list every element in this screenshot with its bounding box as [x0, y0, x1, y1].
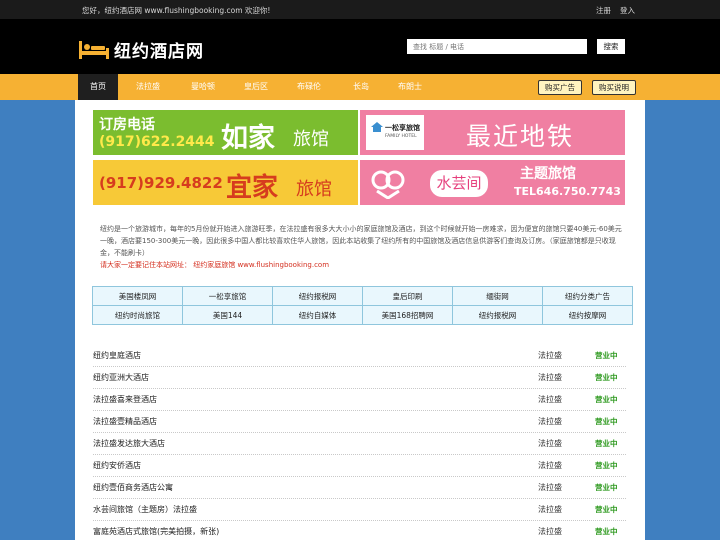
main-content: 订房电话 (917)622.2444 如家 旅馆 一松享旅馆 FAMILY HO… — [75, 100, 645, 540]
hotel-area: 法拉盛 — [538, 483, 562, 492]
site-header: 纽约酒店网 搜索 — [0, 19, 720, 74]
link-cell[interactable]: 美国楼凤网 — [92, 286, 183, 306]
friendly-links-table: 美国楼凤网 一松享旅馆 纽约报税网 皇后印刷 缅街网 纽约分类广告 纽约时尚旅馆… — [92, 286, 633, 325]
hotel-area: 法拉盛 — [538, 417, 562, 426]
login-link[interactable]: 登入 — [620, 5, 635, 16]
greeting-text: 您好，纽约酒店网 www.flushingbooking.com 欢迎你! — [82, 6, 271, 15]
banner-phone-number: TEL646.750.7743 — [514, 185, 621, 198]
auth-links: 注册 登入 — [596, 5, 635, 16]
logo-text: 纽约酒店网 — [114, 42, 204, 62]
buy-info-button[interactable]: 购买说明 — [592, 80, 636, 95]
status-badge: 营业中 — [595, 483, 618, 492]
banner-shuiyunjian-hotel[interactable]: 水芸间 主题旅馆 TEL646.750.7743 — [360, 160, 625, 205]
hotel-name[interactable]: 富庭苑酒店式旅馆(完美拍摄，新张) — [93, 526, 219, 537]
banner-logo-sub: FAMILY HOTEL — [385, 134, 417, 139]
nav-item-home[interactable]: 首页 — [78, 74, 118, 100]
hotel-area: 法拉盛 — [538, 527, 562, 536]
link-cell[interactable]: 美国144 — [182, 305, 273, 325]
status-badge: 营业中 — [595, 395, 618, 404]
hotel-area: 法拉盛 — [538, 505, 562, 514]
link-cell[interactable]: 美国168招聘网 — [362, 305, 453, 325]
list-item: 法拉盛喜来登酒店 法拉盛 营业中 — [93, 389, 626, 411]
link-cell[interactable]: 纽约分类广告 — [542, 286, 633, 306]
site-logo[interactable]: 纽约酒店网 — [78, 37, 204, 62]
nav-item-long-island[interactable]: 长岛 — [341, 74, 381, 100]
banner-brand-suffix: 旅馆 — [293, 129, 329, 150]
top-bar: 您好，纽约酒店网 www.flushingbooking.com 欢迎你! 注册… — [0, 0, 720, 19]
banner-logo-box: 一松享旅馆 FAMILY HOTEL — [366, 115, 424, 150]
banner-subway-text: 最近地铁 — [466, 122, 575, 151]
buy-ad-button[interactable]: 购买广告 — [538, 80, 582, 95]
status-badge: 营业中 — [595, 527, 618, 536]
hotel-area: 法拉盛 — [538, 439, 562, 448]
hotel-area: 法拉盛 — [538, 373, 562, 382]
description-text: 纽约是一个旅游城市，每年的5月份就开始进入旅游旺季，在法拉盛有很多大大小小的家庭… — [100, 225, 622, 257]
status-badge: 营业中 — [595, 505, 618, 514]
hotel-name[interactable]: 纽约皇庭酒店 — [93, 350, 141, 361]
nav-item-bronx[interactable]: 布朗士 — [390, 74, 430, 100]
status-badge: 营业中 — [595, 351, 618, 360]
link-cell[interactable]: 缅街网 — [452, 286, 543, 306]
list-item: 纽约皇庭酒店 法拉盛 营业中 — [93, 345, 626, 367]
link-cell[interactable]: 纽约按摩网 — [542, 305, 633, 325]
search-button[interactable]: 搜索 — [597, 39, 625, 54]
hotel-name[interactable]: 纽约安侨酒店 — [93, 460, 141, 471]
banner-rujia-hotel[interactable]: 订房电话 (917)622.2444 如家 旅馆 — [93, 110, 358, 155]
list-item: 水芸间旅馆（主题房）法拉盛 法拉盛 营业中 — [93, 499, 626, 521]
nav-item-manhattan[interactable]: 曼哈顿 — [183, 74, 223, 100]
list-item: 纽约亚洲大酒店 法拉盛 营业中 — [93, 367, 626, 389]
search-input[interactable] — [407, 39, 587, 54]
list-item: 法拉盛壹精品酒店 法拉盛 营业中 — [93, 411, 626, 433]
hotel-area: 法拉盛 — [538, 461, 562, 470]
banner-phone-number: (917)622.2444 — [99, 134, 215, 150]
hotel-name[interactable]: 法拉盛喜来登酒店 — [93, 394, 157, 405]
link-cell[interactable]: 皇后印刷 — [362, 286, 453, 306]
link-cell[interactable]: 纽约时尚旅馆 — [92, 305, 183, 325]
list-item: 纽约安侨酒店 法拉盛 营业中 — [93, 455, 626, 477]
link-cell[interactable]: 一松享旅馆 — [182, 286, 273, 306]
banner-logo-text: 一松享旅馆 — [385, 124, 420, 132]
hotel-area: 法拉盛 — [538, 395, 562, 404]
description-remember[interactable]: 请大家一定要记住本站网址： 纽约家庭旅馆 www.flushingbooking… — [100, 259, 623, 271]
banner-brand: 水芸间 — [430, 170, 488, 197]
link-cell[interactable]: 纽约报税网 — [452, 305, 543, 325]
status-badge: 营业中 — [595, 461, 618, 470]
banner-yijia-hotel[interactable]: (917)929.4822 宜家 旅馆 — [93, 160, 358, 205]
status-badge: 营业中 — [595, 439, 618, 448]
main-nav: 首页 法拉盛 曼哈顿 皇后区 布碌伦 长岛 布朗士 购买广告 购买说明 — [0, 74, 720, 100]
status-badge: 营业中 — [595, 417, 618, 426]
nav-item-flushing[interactable]: 法拉盛 — [128, 74, 168, 100]
hotel-name[interactable]: 纽约亚洲大酒店 — [93, 372, 149, 383]
links-row: 纽约时尚旅馆 美国144 纽约自媒体 美国168招聘网 纽约报税网 纽约按摩网 — [92, 305, 633, 325]
link-cell[interactable]: 纽约报税网 — [272, 286, 363, 306]
banner-title: 主题旅馆 — [520, 166, 576, 182]
banner-brand-suffix: 旅馆 — [296, 179, 332, 200]
links-row: 美国楼凤网 一松享旅馆 纽约报税网 皇后印刷 缅街网 纽约分类广告 — [92, 286, 633, 306]
rings-icon — [371, 170, 405, 199]
house-icon — [371, 122, 383, 132]
hotel-area: 法拉盛 — [538, 351, 562, 360]
nav-item-queens[interactable]: 皇后区 — [236, 74, 276, 100]
hotel-name[interactable]: 法拉盛发达旅大酒店 — [93, 438, 165, 449]
banner-phone-number: (917)929.4822 — [99, 174, 223, 192]
bed-icon — [79, 40, 109, 59]
banner-brand: 如家 — [221, 123, 275, 154]
site-description: 纽约是一个旅游城市，每年的5月份就开始进入旅游旺季，在法拉盛有很多大大小小的家庭… — [100, 223, 623, 271]
list-item: 纽约壹佰商务酒店公寓 法拉盛 营业中 — [93, 477, 626, 499]
nav-item-brooklyn[interactable]: 布碌伦 — [289, 74, 329, 100]
hotel-name[interactable]: 水芸间旅馆（主题房）法拉盛 — [93, 504, 197, 515]
list-item: 法拉盛发达旅大酒店 法拉盛 营业中 — [93, 433, 626, 455]
status-badge: 营业中 — [595, 373, 618, 382]
banner-brand: 宜家 — [226, 173, 279, 203]
link-cell[interactable]: 纽约自媒体 — [272, 305, 363, 325]
list-item: 富庭苑酒店式旅馆(完美拍摄，新张) 法拉盛 营业中 — [93, 521, 626, 540]
hotel-name[interactable]: 纽约壹佰商务酒店公寓 — [93, 482, 173, 493]
banner-phone-label: 订房电话 — [99, 117, 155, 133]
register-link[interactable]: 注册 — [596, 5, 611, 16]
banner-subway-hotel[interactable]: 一松享旅馆 FAMILY HOTEL 最近地铁 — [360, 110, 625, 155]
hotel-list: 纽约皇庭酒店 法拉盛 营业中 纽约亚洲大酒店 法拉盛 营业中 法拉盛喜来登酒店 法拉盛 营业… — [93, 345, 626, 540]
hotel-name[interactable]: 法拉盛壹精品酒店 — [93, 416, 157, 427]
